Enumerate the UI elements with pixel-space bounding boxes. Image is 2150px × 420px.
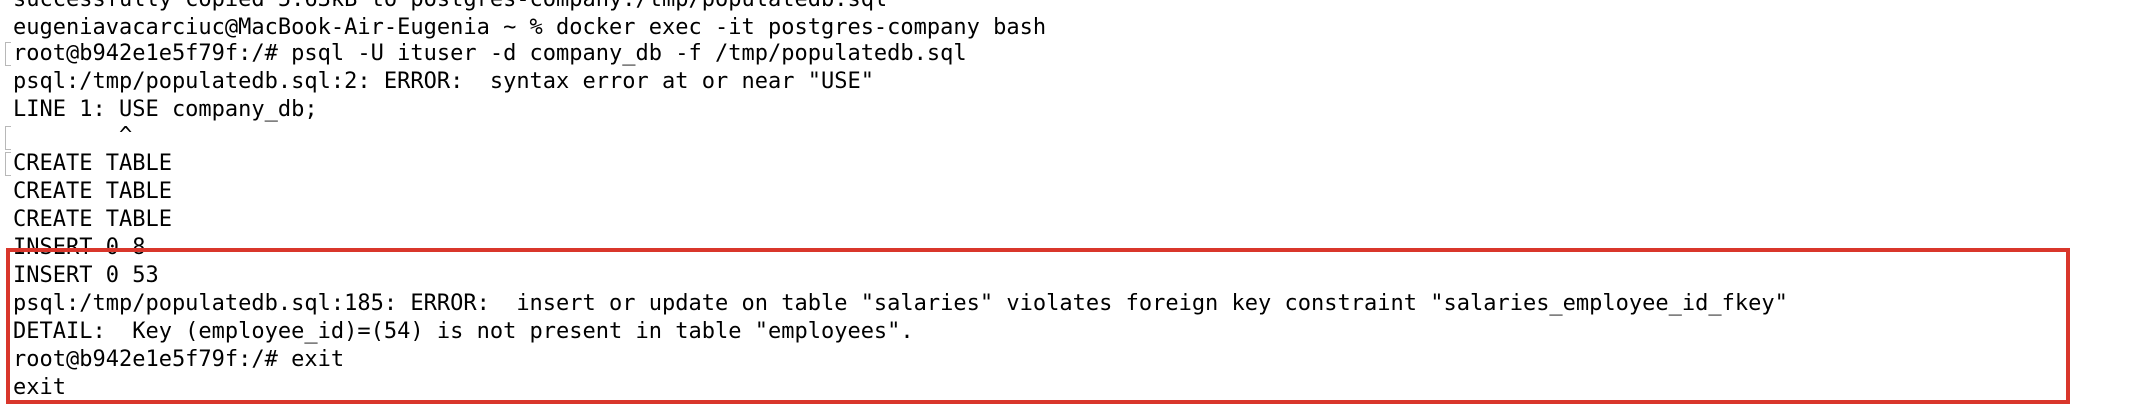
terminal-window[interactable]: successfully copied 5.63kB to postgres-c… <box>0 0 2150 420</box>
error-highlight-box <box>6 248 2070 404</box>
prompt-marker <box>5 42 11 66</box>
terminal-line: successfully copied 5.63kB to postgres-c… <box>13 0 887 14</box>
terminal-line: ^ <box>13 123 133 148</box>
terminal-line: CREATE TABLE <box>13 151 172 176</box>
terminal-line: CREATE TABLE <box>13 207 172 232</box>
terminal-line: LINE 1: USE company_db; <box>13 97 318 122</box>
terminal-line: CREATE TABLE <box>13 179 172 204</box>
prompt-marker <box>5 152 11 176</box>
terminal-line: psql:/tmp/populatedb.sql:2: ERROR: synta… <box>13 69 874 94</box>
prompt-marker <box>5 126 11 150</box>
terminal-line: root@b942e1e5f79f:/# psql -U ituser -d c… <box>13 41 967 66</box>
terminal-line: eugeniavacarciuc@MacBook-Air-Eugenia ~ %… <box>13 15 1047 40</box>
